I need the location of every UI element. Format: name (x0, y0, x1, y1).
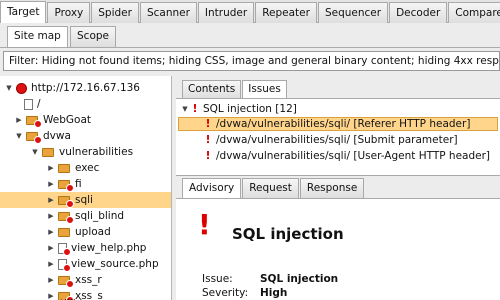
tree-label-sqli: sqli (75, 194, 93, 206)
tree-node-xss-r[interactable]: ▶ xss_r (46, 272, 102, 288)
tab-intruder[interactable]: Intruder (197, 2, 255, 23)
tab-site-map[interactable]: Site map (7, 26, 68, 47)
site-map-tree[interactable]: ▼ http://172.16.67.136 / ▶ WebGoat ▼ dvw… (0, 76, 172, 300)
folder-icon (26, 115, 42, 128)
tree-node-mutillidae[interactable]: ▶ mutillidae (14, 293, 95, 300)
tab-advisory[interactable]: Advisory (182, 178, 242, 198)
tab-issues[interactable]: Issues (242, 80, 287, 99)
tree-node-fi[interactable]: ▶ fi (46, 176, 82, 192)
tree-node-upload[interactable]: ▶ upload (46, 224, 111, 240)
tab-spider[interactable]: Spider (91, 2, 139, 23)
tree-label-host: http://172.16.67.136 (31, 82, 140, 94)
page-icon (58, 258, 71, 272)
main-tab-bar: Target Proxy Spider Scanner Intruder Rep… (0, 0, 500, 23)
issue-row[interactable]: ! /dvwa/vulnerabilities/sqli/ [Referer H… (178, 117, 498, 131)
tree-node-exec[interactable]: ▶ exec (46, 160, 99, 176)
collapsed-icon[interactable]: ▶ (46, 256, 56, 272)
page-icon (24, 98, 33, 110)
tree-label-view-source: view_source.php (71, 258, 159, 270)
tree-label-vulnerabilities: vulnerabilities (59, 146, 134, 158)
warning-icon: ! (205, 133, 211, 146)
tree-label-webgoat: WebGoat (43, 114, 92, 126)
tree-label-mutillidae: mutillidae (41, 296, 95, 300)
tree-node-view-source[interactable]: ▶ view_source.php (46, 256, 159, 272)
tree-node-sqli-blind[interactable]: ▶ sqli_blind (46, 208, 124, 224)
tree-label-root: / (37, 98, 41, 110)
tab-scanner[interactable]: Scanner (139, 2, 197, 23)
page-icon (58, 242, 71, 256)
tree-label-dvwa: dvwa (43, 130, 71, 142)
issue-row[interactable]: ! /dvwa/vulnerabilities/sqli/ [User-Agen… (203, 149, 490, 163)
issue-group-row[interactable]: ▼ ! SQL injection [12] (180, 102, 297, 116)
tab-decoder[interactable]: Decoder (389, 2, 448, 23)
folder-icon (58, 195, 74, 208)
tree-label-exec: exec (75, 162, 100, 174)
issue-group-label: SQL injection [12] (203, 103, 297, 115)
expanded-icon[interactable]: ▼ (14, 128, 24, 144)
issues-list[interactable]: ▼ ! SQL injection [12] ! /dvwa/vulnerabi… (176, 98, 500, 176)
tab-comparer[interactable]: Comparer (448, 2, 500, 23)
issue-row-label: /dvwa/vulnerabilities/sqli/ [Referer HTT… (216, 118, 471, 130)
filter-bar[interactable]: Filter: Hiding not found items; hiding C… (3, 51, 500, 71)
expanded-icon[interactable]: ▼ (180, 102, 190, 116)
advisory-panel: ! SQL injection Issue: SQL injection Sev… (176, 198, 500, 300)
advisory-title: SQL injection (232, 225, 344, 243)
tab-sequencer[interactable]: Sequencer (317, 2, 389, 23)
warning-icon: ! (198, 208, 211, 241)
collapsed-icon[interactable]: ▶ (46, 176, 56, 192)
detail-tab-bar: Advisory Request Response (182, 178, 365, 198)
expanded-icon[interactable]: ▼ (4, 80, 14, 96)
issue-label: Issue: (202, 273, 233, 285)
collapsed-icon[interactable]: ▶ (46, 192, 56, 208)
folder-icon (42, 147, 54, 157)
tab-target[interactable]: Target (0, 1, 47, 23)
tree-node-vulnerabilities[interactable]: ▼ vulnerabilities (30, 144, 133, 160)
tree-node-sqli[interactable]: ▶ sqli (0, 192, 171, 208)
collapsed-icon[interactable]: ▶ (46, 208, 56, 224)
folder-icon (58, 179, 74, 192)
tree-node-root[interactable]: / (22, 96, 41, 112)
issue-value: SQL injection (260, 273, 339, 285)
folder-icon (26, 131, 42, 144)
tree-node-host[interactable]: ▼ http://172.16.67.136 (4, 80, 140, 96)
collapsed-icon[interactable]: ▶ (46, 224, 56, 240)
collapsed-icon[interactable]: ▶ (14, 296, 24, 300)
tab-scope[interactable]: Scope (70, 26, 116, 47)
tab-response[interactable]: Response (299, 178, 365, 198)
issue-pane: Contents Issues ▼ ! SQL injection [12] !… (176, 76, 500, 300)
tab-request[interactable]: Request (242, 178, 299, 198)
warning-icon: ! (205, 117, 211, 130)
issue-row-label: /dvwa/vulnerabilities/sqli/ [User-Agent … (216, 150, 491, 162)
tree-label-xss-r: xss_r (75, 274, 102, 286)
folder-icon (58, 163, 70, 173)
target-sub-tab-bar: Site map Scope (0, 23, 500, 48)
collapsed-icon[interactable]: ▶ (46, 272, 56, 288)
collapsed-icon[interactable]: ▶ (46, 240, 56, 256)
tab-proxy[interactable]: Proxy (47, 2, 91, 23)
severity-value: High (260, 287, 288, 299)
tree-label-view-help: view_help.php (71, 242, 147, 254)
tab-contents[interactable]: Contents (182, 80, 242, 99)
expanded-icon[interactable]: ▼ (30, 144, 40, 160)
host-icon (16, 82, 27, 94)
folder-icon (58, 227, 70, 237)
tree-node-webgoat[interactable]: ▶ WebGoat (14, 112, 91, 128)
tree-node-dvwa[interactable]: ▼ dvwa (14, 128, 71, 144)
warning-icon: ! (205, 149, 211, 162)
tab-repeater[interactable]: Repeater (255, 2, 317, 23)
tree-label-sqli-blind: sqli_blind (75, 210, 125, 222)
collapsed-icon[interactable]: ▶ (14, 112, 24, 128)
severity-label: Severity: (202, 287, 249, 299)
issue-row[interactable]: ! /dvwa/vulnerabilities/sqli/ [Submit pa… (203, 133, 458, 147)
issue-row-label: /dvwa/vulnerabilities/sqli/ [Submit para… (216, 134, 458, 146)
collapsed-icon[interactable]: ▶ (46, 160, 56, 176)
tree-label-fi: fi (75, 178, 82, 190)
warning-icon: ! (192, 102, 198, 115)
folder-icon (58, 275, 74, 288)
folder-icon (58, 211, 74, 224)
content-tab-bar: Contents Issues (182, 80, 288, 99)
tree-node-view-help[interactable]: ▶ view_help.php (46, 240, 146, 256)
tree-label-upload: upload (75, 226, 111, 238)
